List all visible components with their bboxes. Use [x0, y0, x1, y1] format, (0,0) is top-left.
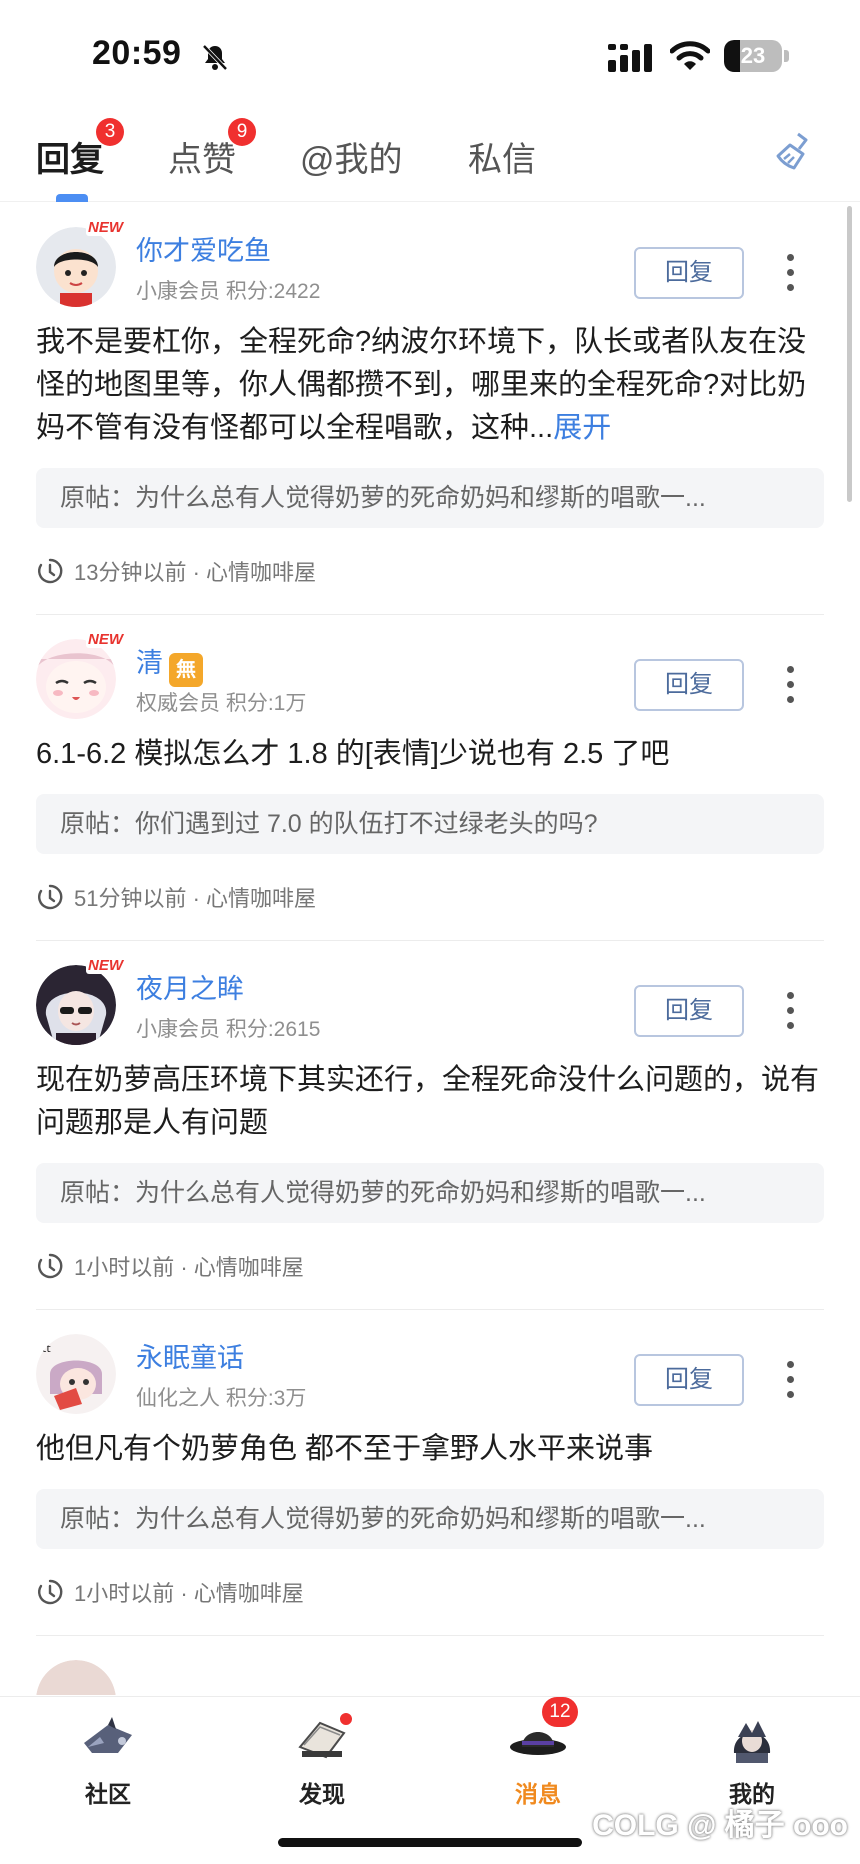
user-meta: 权威会员 积分:1万	[136, 692, 307, 715]
tab-likes-badge: 9	[228, 118, 256, 146]
battery-icon: 23	[724, 40, 782, 72]
more-options-icon[interactable]	[784, 249, 796, 295]
list-item: NEW 清無 权威会员 积分:1万 回复 6.1-6.2 模拟怎么才 1.8 的…	[36, 631, 824, 941]
comment-content[interactable]: 6.1-6.2 模拟怎么才 1.8 的[表情]少说也有 2.5 了吧	[36, 733, 824, 776]
nav-community[interactable]: 社区	[48, 1713, 168, 1809]
tab-private-messages-label: 私信	[468, 141, 536, 179]
scrollbar[interactable]	[847, 206, 852, 502]
nav-messages-label: 消息	[515, 1781, 561, 1807]
avatar-icon	[36, 1660, 116, 1695]
nav-discover[interactable]: 发现	[262, 1711, 382, 1809]
watermark: COLG @ 橘子 ooo	[592, 1809, 848, 1842]
more-options-icon[interactable]	[784, 661, 796, 707]
timestamp: 51分钟以前 · 心情咖啡屋	[74, 886, 317, 911]
list-item: NEW 你才爱吃鱼 小康会员 积分:2422 回复 我不是要杠你，全程死命?纳波…	[36, 219, 824, 615]
comment-footer: 1小时以前 · 心情咖啡屋	[36, 1223, 824, 1309]
original-post[interactable]: 原帖：为什么总有人觉得奶萝的死命奶妈和缪斯的唱歌一...	[36, 468, 824, 528]
new-tag: NEW	[86, 631, 125, 648]
avatar[interactable]: tt	[36, 1334, 116, 1414]
user-name[interactable]: 你才爱吃鱼	[136, 229, 271, 268]
avatar-sticker-character-icon: tt	[36, 1334, 116, 1414]
discover-notification-dot	[338, 1711, 354, 1727]
user-meta: 仙化之人 积分:3万	[136, 1387, 307, 1410]
avatar-anime-girl-icon	[36, 639, 116, 719]
more-options-icon[interactable]	[784, 987, 796, 1033]
active-tab-indicator	[56, 194, 88, 202]
vip-badge-icon: 無	[169, 653, 203, 687]
reply-list[interactable]: NEW 你才爱吃鱼 小康会员 积分:2422 回复 我不是要杠你，全程死命?纳波…	[0, 203, 860, 1695]
messages-badge: 12	[542, 1697, 578, 1727]
clock-icon	[38, 558, 63, 584]
cellular-signal-icon	[608, 44, 652, 72]
broom-clear-icon[interactable]	[770, 130, 814, 174]
reply-button[interactable]: 回复	[634, 247, 744, 299]
timestamp: 1小时以前 · 心情咖啡屋	[74, 1255, 304, 1280]
user-name[interactable]: 清無	[136, 641, 203, 687]
tab-likes-label: 点赞	[168, 141, 236, 179]
nav-community-label: 社区	[85, 1781, 131, 1807]
more-options-icon[interactable]	[784, 1356, 796, 1402]
tab-private-messages[interactable]: 私信	[468, 132, 536, 181]
comment-footer: 13分钟以前 · 心情咖啡屋	[36, 528, 824, 614]
new-tag: NEW	[86, 957, 125, 974]
timestamp: 13分钟以前 · 心情咖啡屋	[74, 560, 317, 585]
user-meta: 小康会员 积分:2615	[136, 1018, 321, 1041]
clock-icon	[38, 884, 63, 910]
comment-footer: 51分钟以前 · 心情咖啡屋	[36, 854, 824, 940]
bell-muted-icon	[202, 44, 228, 71]
reply-button[interactable]: 回复	[634, 659, 744, 711]
avatar[interactable]	[36, 1660, 116, 1695]
tab-likes[interactable]: 点赞 9	[168, 118, 256, 181]
list-item: NEW 夜月之眸 小康会员 积分:2615 回复 现在奶萝高压环境下其实还行，全…	[36, 957, 824, 1310]
user-name-text: 清	[136, 648, 163, 678]
reply-button[interactable]: 回复	[634, 1354, 744, 1406]
comment-text: 我不是要杠你，全程死命?纳波尔环境下，队长或者队友在没怪的地图里等，你人偶都攒不…	[36, 326, 807, 444]
original-post[interactable]: 原帖：为什么总有人觉得奶萝的死命奶妈和缪斯的唱歌一...	[36, 1489, 824, 1549]
avatar[interactable]	[36, 227, 116, 307]
profile-character-icon	[733, 1721, 771, 1763]
user-name[interactable]: 永眠童话	[136, 1336, 244, 1375]
avatar-white-hair-character-icon	[36, 965, 116, 1045]
tab-mentions[interactable]: @我的	[300, 132, 403, 181]
timestamp: 1小时以前 · 心情咖啡屋	[74, 1581, 304, 1606]
list-item: tt 永眠童话 仙化之人 积分:3万 回复 他但凡有个奶萝角色 都不至于拿野人水…	[36, 1334, 824, 1636]
tab-reply-badge: 3	[96, 118, 124, 146]
status-time: 20:59	[92, 34, 182, 72]
expand-link[interactable]: 展开	[553, 412, 611, 444]
tab-reply[interactable]: 回复 3	[36, 118, 124, 181]
avatar-cartoon-boy-icon	[36, 227, 116, 307]
comment-content[interactable]: 现在奶萝高压环境下其实还行，全程死命没什么问题的，说有问题那是人有问题	[36, 1059, 824, 1145]
home-indicator[interactable]	[278, 1838, 582, 1847]
nav-discover-label: 发现	[299, 1781, 345, 1807]
svg-text:tt: tt	[42, 1342, 51, 1355]
new-tag: NEW	[86, 219, 125, 236]
community-icon	[84, 1717, 132, 1753]
original-post[interactable]: 原帖：为什么总有人觉得奶萝的死命奶妈和缪斯的唱歌一...	[36, 1163, 824, 1223]
avatar[interactable]	[36, 965, 116, 1045]
message-tabs: 回复 3 点赞 9 @我的 私信	[0, 110, 860, 202]
list-item	[36, 1660, 824, 1695]
avatar[interactable]	[36, 639, 116, 719]
user-meta: 小康会员 积分:2422	[136, 280, 321, 303]
user-name[interactable]: 夜月之眸	[136, 967, 244, 1006]
tab-mentions-label: @我的	[300, 141, 403, 179]
comment-content[interactable]: 我不是要杠你，全程死命?纳波尔环境下，队长或者队友在没怪的地图里等，你人偶都攒不…	[36, 321, 824, 450]
status-bar: 20:59 23	[0, 0, 860, 110]
comment-footer: 1小时以前 · 心情咖啡屋	[36, 1549, 824, 1635]
comment-content[interactable]: 他但凡有个奶萝角色 都不至于拿野人水平来说事	[36, 1428, 824, 1471]
original-post[interactable]: 原帖：你们遇到过 7.0 的队伍打不过绿老头的吗?	[36, 794, 824, 854]
battery-level: 23	[740, 43, 766, 68]
tab-reply-label: 回复	[36, 141, 104, 179]
clock-icon	[38, 1253, 63, 1279]
wifi-icon	[670, 41, 710, 70]
nav-mine[interactable]: 我的	[692, 1713, 812, 1809]
nav-messages[interactable]: 12 消息	[478, 1697, 598, 1809]
reply-button[interactable]: 回复	[634, 985, 744, 1037]
clock-icon	[38, 1579, 63, 1605]
